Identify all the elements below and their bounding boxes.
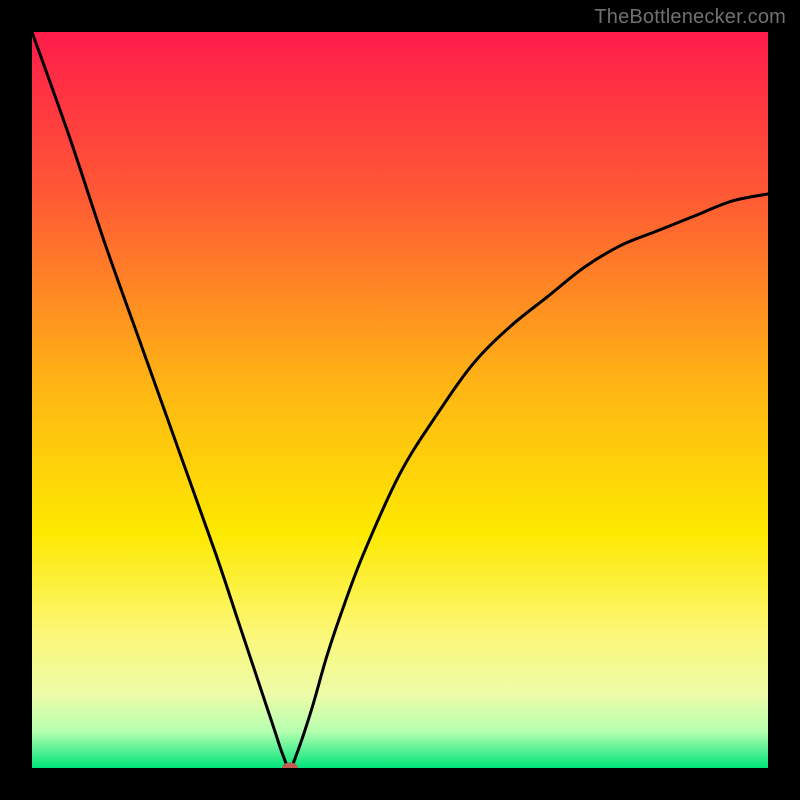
bottleneck-curve (32, 32, 768, 768)
optimal-point-marker (282, 763, 298, 769)
plot-area (32, 32, 768, 768)
watermark-text: TheBottlenecker.com (594, 6, 786, 29)
curve-layer (32, 32, 768, 768)
chart-frame: TheBottlenecker.com (0, 0, 800, 800)
